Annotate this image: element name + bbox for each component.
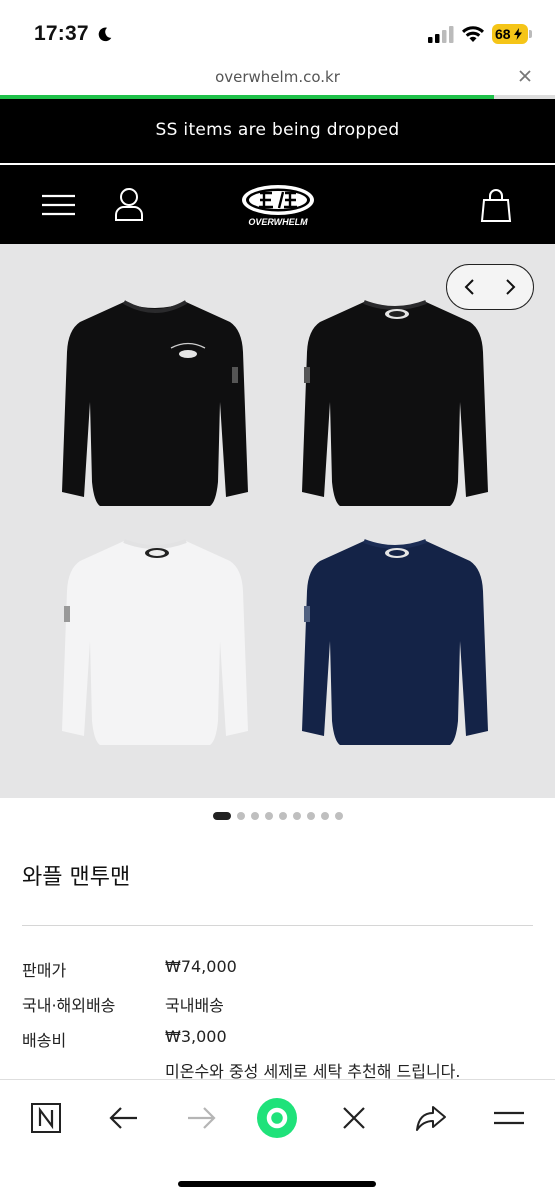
info-value: ₩3,000 xyxy=(165,1027,227,1046)
close-icon[interactable] xyxy=(334,1098,374,1138)
sweater-body-0 xyxy=(62,302,248,506)
user-icon[interactable] xyxy=(113,187,145,221)
back-arrow-icon[interactable] xyxy=(104,1098,144,1138)
share-icon[interactable] xyxy=(411,1098,451,1138)
wifi-icon xyxy=(462,26,484,42)
product-image-navy-back[interactable] xyxy=(300,531,490,756)
info-label: 판매가 xyxy=(22,961,67,980)
battery-tip xyxy=(529,30,532,38)
battery-icon: 68 xyxy=(492,24,528,44)
announcement-banner[interactable]: SS items are being dropped xyxy=(0,99,555,163)
logo-text: OVERWHELM xyxy=(248,217,308,227)
gallery-pagination[interactable] xyxy=(0,811,555,821)
pagination-dot[interactable] xyxy=(321,812,329,820)
site-header: OVERWHELM xyxy=(0,165,555,244)
charging-bolt-icon xyxy=(514,28,523,40)
pagination-dot[interactable] xyxy=(265,812,273,820)
gallery-navigation xyxy=(446,264,534,310)
sweater-body-1 xyxy=(302,302,488,506)
shopping-bag-icon[interactable] xyxy=(480,187,512,223)
status-time: 17:37 xyxy=(34,22,89,45)
pagination-dot[interactable] xyxy=(237,812,245,820)
gallery-next-button[interactable] xyxy=(490,265,533,309)
moon-icon xyxy=(98,27,112,42)
pagination-dot[interactable] xyxy=(335,812,343,820)
product-image-white-back[interactable] xyxy=(60,531,250,756)
forward-arrow-icon[interactable] xyxy=(181,1098,221,1138)
info-value: 국내배송 xyxy=(165,996,224,1015)
info-label: 국내·해외배송 xyxy=(22,996,116,1015)
product-image-gallery[interactable] xyxy=(0,244,555,798)
info-label: 배송비 xyxy=(22,1031,67,1050)
chevron-right-icon xyxy=(506,279,516,295)
signal-icon xyxy=(428,26,454,43)
home-indicator xyxy=(178,1181,376,1187)
status-bar: 17:37 68 xyxy=(0,0,555,66)
info-value: ₩74,000 xyxy=(165,957,237,976)
logo-emblem-icon: OVERWHELM xyxy=(242,185,314,227)
menu-icon[interactable] xyxy=(489,1098,529,1138)
title-divider xyxy=(22,925,533,926)
pagination-dot[interactable] xyxy=(251,812,259,820)
hamburger-menu-icon[interactable] xyxy=(42,193,75,217)
chevron-left-icon xyxy=(464,279,474,295)
green-circle-button[interactable] xyxy=(255,1096,299,1140)
product-image-black-front[interactable] xyxy=(60,292,250,517)
announcement-text: SS items are being dropped xyxy=(155,120,400,140)
n-home-icon[interactable] xyxy=(26,1098,66,1138)
chest-logo-icon xyxy=(179,350,197,358)
sweater-body-2 xyxy=(62,541,248,745)
close-url-icon[interactable] xyxy=(517,68,533,84)
pagination-dot-active[interactable] xyxy=(213,812,231,820)
pagination-dot[interactable] xyxy=(307,812,315,820)
sweater-body-3 xyxy=(302,541,488,745)
url-text[interactable]: overwhelm.co.kr xyxy=(0,68,555,86)
product-title: 와플 맨투맨 xyxy=(22,865,131,890)
url-bar[interactable]: overwhelm.co.kr xyxy=(0,66,555,96)
battery-level: 68 xyxy=(495,26,511,42)
pagination-dot[interactable] xyxy=(293,812,301,820)
gallery-prev-button[interactable] xyxy=(447,265,490,309)
site-logo[interactable]: OVERWHELM xyxy=(238,181,318,229)
product-image-black-back[interactable] xyxy=(300,292,490,517)
pagination-dot[interactable] xyxy=(279,812,287,820)
